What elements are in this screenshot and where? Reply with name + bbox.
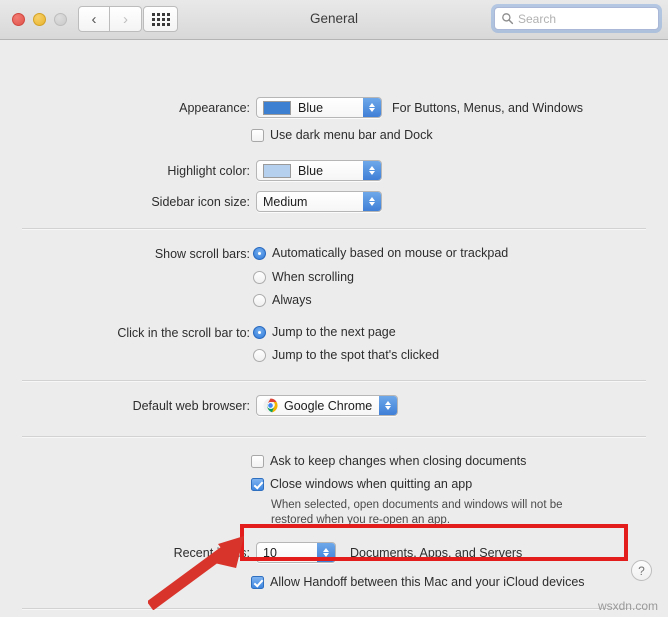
click-option-next-page[interactable]: Jump to the next page	[253, 325, 396, 339]
chevron-updown-icon	[363, 98, 381, 117]
highlight-color-value: Blue	[298, 163, 324, 178]
highlight-color-popup[interactable]: Blue	[256, 160, 382, 181]
handoff-row[interactable]: Allow Handoff between this Mac and your …	[251, 575, 585, 589]
recent-items-value: 10	[263, 545, 277, 560]
sidebar-icon-size-label: Sidebar icon size:	[151, 195, 250, 209]
highlight-color-label: Highlight color:	[167, 164, 250, 178]
close-windows-note-line2: restored when you re-open an app.	[271, 514, 451, 526]
sidebar-icon-size-row: Medium	[256, 191, 382, 212]
scrollbar-when-scrolling-label: When scrolling	[272, 270, 354, 284]
chevron-updown-icon	[363, 161, 381, 180]
recent-items-hint: Documents, Apps, and Servers	[350, 545, 523, 560]
radio-spot-clicked[interactable]	[253, 348, 266, 362]
close-windows-row[interactable]: Close windows when quitting an app	[251, 477, 472, 491]
ask-to-keep-changes-label: Ask to keep changes when closing documen…	[270, 454, 527, 468]
default-browser-value: Google Chrome	[284, 398, 373, 413]
default-browser-popup[interactable]: Google Chrome	[256, 395, 398, 416]
appearance-color-swatch	[263, 100, 291, 115]
watermark: wsxdn.com	[597, 599, 658, 613]
dark-menu-bar-row[interactable]: Use dark menu bar and Dock	[251, 128, 433, 142]
click-option-spot-clicked[interactable]: Jump to the spot that's clicked	[253, 348, 439, 362]
search-input[interactable]	[518, 11, 652, 26]
default-browser-row: Google Chrome	[256, 395, 398, 416]
handoff-label: Allow Handoff between this Mac and your …	[270, 575, 585, 589]
recent-items-row: 10 Documents, Apps, and Servers	[256, 542, 522, 563]
show-scroll-bars-label: Show scroll bars:	[154, 247, 250, 261]
divider-1	[22, 228, 646, 229]
click-next-page-label: Jump to the next page	[272, 325, 396, 339]
help-button[interactable]: ?	[631, 560, 652, 581]
scrollbar-auto-label: Automatically based on mouse or trackpad	[272, 246, 509, 260]
preferences-content: Appearance: Blue For Buttons, Menus, and…	[0, 40, 668, 617]
search-field[interactable]	[494, 7, 659, 30]
appearance-label: Appearance:	[179, 101, 250, 115]
highlight-color-row: Blue	[256, 160, 382, 181]
divider-4	[22, 608, 646, 609]
highlight-color-swatch	[263, 163, 291, 178]
system-preferences-window: ‹ › General Appearance: Blue	[0, 0, 668, 617]
close-windows-note-line1: When selected, open documents and window…	[271, 499, 563, 511]
click-scroll-bar-label: Click in the scroll bar to:	[117, 326, 250, 340]
dark-menu-bar-checkbox[interactable]	[251, 128, 264, 142]
appearance-value: Blue	[298, 100, 324, 115]
recent-items-label: Recent items:	[173, 546, 250, 560]
close-windows-checkbox[interactable]	[251, 477, 264, 491]
radio-auto[interactable]	[253, 246, 266, 260]
ask-to-keep-changes-row[interactable]: Ask to keep changes when closing documen…	[251, 454, 526, 468]
radio-always[interactable]	[253, 293, 266, 307]
sidebar-icon-size-value: Medium	[263, 194, 308, 209]
click-spot-clicked-label: Jump to the spot that's clicked	[272, 348, 440, 362]
scrollbar-always-label: Always	[272, 293, 312, 307]
appearance-popup[interactable]: Blue	[256, 97, 382, 118]
radio-when-scrolling[interactable]	[253, 270, 266, 284]
close-windows-note: When selected, open documents and window…	[271, 498, 563, 528]
radio-next-page[interactable]	[253, 325, 266, 339]
sidebar-icon-size-popup[interactable]: Medium	[256, 191, 382, 212]
chevron-updown-icon	[317, 543, 335, 562]
scrollbar-option-auto[interactable]: Automatically based on mouse or trackpad	[253, 246, 508, 260]
chevron-updown-icon	[379, 396, 397, 415]
handoff-checkbox[interactable]	[251, 575, 264, 589]
dark-menu-bar-label: Use dark menu bar and Dock	[270, 128, 433, 142]
default-browser-label: Default web browser:	[132, 399, 250, 413]
recent-items-popup[interactable]: 10	[256, 542, 336, 563]
search-icon	[502, 13, 514, 25]
scrollbar-option-when-scrolling[interactable]: When scrolling	[253, 270, 354, 284]
divider-2	[22, 380, 646, 381]
chrome-icon	[263, 398, 278, 413]
appearance-row: Blue For Buttons, Menus, and Windows	[256, 97, 583, 118]
ask-to-keep-changes-checkbox[interactable]	[251, 454, 264, 468]
chevron-updown-icon	[363, 192, 381, 211]
scrollbar-option-always[interactable]: Always	[253, 293, 312, 307]
divider-3	[22, 436, 646, 437]
window-titlebar: ‹ › General	[0, 0, 668, 40]
close-windows-label: Close windows when quitting an app	[270, 477, 473, 491]
appearance-hint: For Buttons, Menus, and Windows	[392, 100, 584, 115]
